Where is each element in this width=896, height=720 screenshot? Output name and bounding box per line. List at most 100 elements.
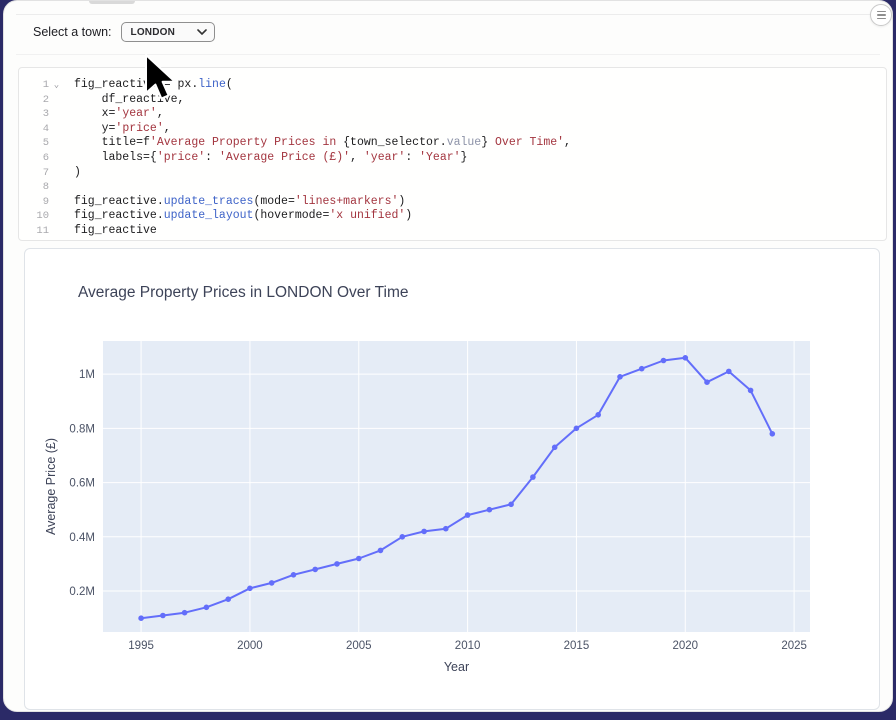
code-line[interactable]: 8	[19, 180, 886, 195]
fold-spacer	[49, 151, 64, 166]
hamburger-icon	[877, 11, 886, 13]
y-tick-label: 0.2M	[69, 586, 95, 598]
code-content: fig_reactive	[64, 224, 157, 239]
data-point-marker	[269, 580, 275, 586]
fold-spacer	[49, 166, 64, 181]
line-number: 7	[19, 166, 49, 181]
x-tick-label: 2000	[237, 640, 263, 652]
code-lines: 1⌄fig_reactive = px.line(2 df_reactive,3…	[19, 78, 886, 239]
code-line[interactable]: 9fig_reactive.update_traces(mode='lines+…	[19, 195, 886, 210]
plot-area[interactable]	[103, 341, 810, 632]
line-number: 4	[19, 122, 49, 137]
code-line[interactable]: 7)	[19, 166, 886, 181]
data-point-marker	[574, 426, 580, 432]
data-point-marker	[225, 596, 231, 602]
data-point-marker	[400, 534, 406, 540]
line-number: 11	[19, 224, 49, 239]
data-point-marker	[204, 605, 210, 611]
data-point-marker	[552, 445, 558, 451]
town-select-value: LONDON	[131, 27, 176, 38]
x-tick-label: 2020	[672, 640, 698, 652]
fold-spacer	[49, 224, 64, 239]
data-point-marker	[378, 548, 384, 554]
y-tick-label: 0.4M	[69, 532, 95, 544]
line-number: 5	[19, 136, 49, 151]
code-line[interactable]: 5 title=f'Average Property Prices in {to…	[19, 136, 886, 151]
divider	[16, 14, 880, 15]
data-point-marker	[421, 529, 427, 535]
town-selector-cell: Select a town: LONDON	[33, 21, 215, 43]
code-line[interactable]: 1⌄fig_reactive = px.line(	[19, 78, 886, 93]
divider	[16, 54, 880, 55]
code-line[interactable]: 4 y='price',	[19, 122, 886, 137]
data-point-marker	[530, 474, 536, 480]
code-content: fig_reactive = px.line(	[64, 78, 233, 93]
town-select[interactable]: LONDON	[121, 22, 215, 42]
x-tick-label: 2010	[455, 640, 481, 652]
code-content: fig_reactive.update_layout(hovermode='x …	[64, 209, 412, 224]
property-price-chart[interactable]: 0.2M 0.4M 0.6M 0.8M 1M 1995 2000 2005 2010 2015 20…	[25, 249, 879, 709]
data-point-marker	[704, 379, 710, 385]
code-content: y='price',	[64, 122, 171, 137]
code-content: )	[64, 166, 81, 181]
data-point-marker	[487, 507, 493, 513]
data-point-marker	[595, 412, 601, 418]
fold-spacer	[49, 107, 64, 122]
x-tick-label: 1995	[128, 640, 154, 652]
fold-spacer	[49, 136, 64, 151]
code-content: labels={'price': 'Average Price (£)', 'y…	[64, 151, 467, 166]
chart-output-cell: Average Property Prices in LONDON Over T…	[24, 248, 880, 710]
fold-spacer	[49, 93, 64, 108]
data-point-marker	[247, 586, 253, 592]
y-axis-title: Average Price (£)	[44, 438, 58, 535]
line-number: 10	[19, 209, 49, 224]
data-point-marker	[770, 431, 776, 437]
data-point-marker	[683, 355, 689, 361]
data-point-marker	[334, 561, 340, 567]
fold-spacer	[49, 195, 64, 210]
code-content: title=f'Average Property Prices in {town…	[64, 136, 571, 151]
code-content: x='year',	[64, 107, 164, 122]
fold-spacer	[49, 180, 64, 195]
data-point-marker	[639, 366, 645, 372]
code-content: fig_reactive.update_traces(mode='lines+m…	[64, 195, 405, 210]
y-tick-label: 0.8M	[69, 423, 95, 435]
line-number: 2	[19, 93, 49, 108]
y-tick-label: 0.6M	[69, 478, 95, 490]
data-point-marker	[508, 502, 514, 508]
code-line[interactable]: 2 df_reactive,	[19, 93, 886, 108]
data-point-marker	[617, 374, 623, 380]
x-tick-label: 2015	[564, 640, 590, 652]
chevron-down-icon	[197, 29, 207, 35]
code-line[interactable]: 10 fig_reactive.update_layout(hovermode='…	[19, 209, 886, 224]
data-point-marker	[748, 388, 754, 394]
fold-spacer	[49, 209, 64, 224]
y-tick-label: 1M	[79, 369, 95, 381]
menu-button[interactable]	[870, 4, 892, 26]
clipped-toolbar-fragment	[89, 1, 135, 4]
code-editor[interactable]: 1⌄fig_reactive = px.line(2 df_reactive,3…	[18, 67, 887, 241]
code-line[interactable]: 11 fig_reactive	[19, 224, 886, 239]
line-number: 8	[19, 180, 49, 195]
fold-spacer	[49, 122, 64, 137]
x-tick-label: 2005	[346, 640, 372, 652]
code-content	[64, 180, 74, 195]
data-point-marker	[138, 615, 144, 621]
notebook-card: Select a town: LONDON 1⌄fig_reactive = p…	[3, 0, 893, 712]
line-number: 1	[19, 78, 49, 93]
data-point-marker	[465, 512, 471, 518]
x-tick-label: 2025	[781, 640, 807, 652]
code-line[interactable]: 3 x='year',	[19, 107, 886, 122]
line-number: 6	[19, 151, 49, 166]
data-point-marker	[291, 572, 297, 578]
fold-arrow-icon[interactable]: ⌄	[49, 78, 64, 93]
data-point-marker	[182, 610, 188, 616]
code-line[interactable]: 6 labels={'price': 'Average Price (£)', …	[19, 151, 886, 166]
town-select-label: Select a town:	[33, 25, 112, 39]
data-point-marker	[160, 613, 166, 619]
data-point-marker	[356, 556, 362, 562]
code-content: df_reactive,	[64, 93, 184, 108]
data-point-marker	[661, 358, 667, 364]
line-number: 3	[19, 107, 49, 122]
x-axis-title: Year	[444, 660, 469, 674]
